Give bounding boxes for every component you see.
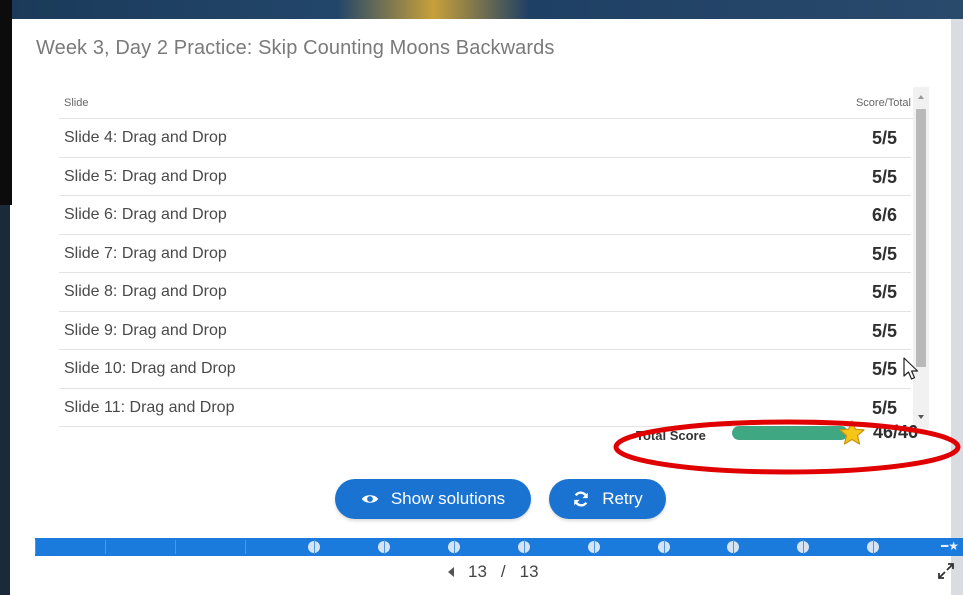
nav-separator: /	[500, 562, 506, 581]
left-edge	[0, 0, 12, 205]
row-label: Slide 9: Drag and Drop	[64, 321, 227, 339]
retry-button[interactable]: Retry	[549, 479, 666, 519]
row-label: Slide 4: Drag and Drop	[64, 129, 227, 146]
page-title: Week 3, Day 2 Practice: Skip Counting Mo…	[36, 37, 555, 59]
progress-segment[interactable]	[384, 540, 454, 554]
table-rows: Slide 4: Drag and Drop 5/5 Slide 5: Drag…	[59, 119, 911, 427]
table-row: Slide 9: Drag and Drop 5/5	[59, 312, 911, 350]
nav-current: 13	[468, 562, 487, 581]
slide-navigation: 13 / 13	[448, 562, 539, 582]
row-score: 5/5	[871, 166, 897, 187]
progress-segment[interactable]	[873, 540, 943, 554]
row-label: Slide 7: Drag and Drop	[64, 244, 227, 262]
top-banner	[0, 0, 963, 19]
progress-segment[interactable]	[593, 540, 664, 554]
table-row: Slide 7: Drag and Drop 5/5	[59, 235, 911, 273]
progress-end-star-icon: ━★	[941, 539, 959, 553]
row-score: 5/5	[871, 128, 897, 148]
fullscreen-icon[interactable]	[937, 562, 955, 580]
row-score: 5/5	[871, 243, 897, 264]
refresh-icon	[574, 491, 588, 507]
show-solutions-button[interactable]: Show solutions	[335, 479, 531, 519]
row-label: Slide 5: Drag and Drop	[64, 167, 227, 185]
progress-segment[interactable]	[803, 540, 873, 554]
table-row: Slide 5: Drag and Drop 5/5	[59, 158, 911, 196]
progress-segment[interactable]	[454, 540, 524, 554]
retry-label: Retry	[602, 489, 643, 508]
progress-segment[interactable]	[244, 540, 315, 554]
header-slide: Slide	[64, 97, 89, 109]
row-label: Slide 6: Drag and Drop	[64, 206, 227, 223]
highlight-ellipse	[613, 419, 961, 475]
progress-segment[interactable]	[733, 540, 803, 554]
eye-icon	[361, 495, 378, 503]
progress-segment[interactable]	[663, 540, 734, 554]
row-score: 6/6	[871, 205, 897, 225]
row-score: 5/5	[871, 282, 897, 302]
progress-segment[interactable]	[174, 540, 245, 554]
show-solutions-label: Show solutions	[390, 489, 506, 508]
results-table: Slide Score/Total Slide 4: Drag and Drop…	[59, 87, 929, 429]
row-score: 5/5	[871, 359, 897, 379]
row-score: 5/5	[871, 320, 897, 341]
row-label: Slide 8: Drag and Drop	[64, 283, 227, 300]
header-score-total: Score/Total	[855, 97, 911, 109]
table-row: Slide 8: Drag and Drop 5/5	[59, 273, 911, 312]
scroll-thumb[interactable]	[916, 109, 926, 367]
progress-segment[interactable]	[35, 540, 105, 554]
progress-segment[interactable]	[314, 540, 384, 554]
left-edge-lower	[0, 205, 10, 595]
slide-progress-strip[interactable]: ━★	[35, 538, 963, 556]
table-row: Slide 4: Drag and Drop 5/5	[59, 119, 911, 158]
nav-total: 13	[519, 562, 539, 581]
progress-segment[interactable]	[523, 540, 594, 554]
row-label: Slide 11: Drag and Drop	[64, 398, 235, 416]
table-row: Slide 6: Drag and Drop 6/6	[59, 196, 911, 235]
left-arrow-icon[interactable]	[448, 567, 454, 577]
table-row: Slide 10: Drag and Drop 5/5	[59, 350, 911, 389]
progress-segment[interactable]	[104, 540, 175, 554]
scroll-up-icon[interactable]	[918, 95, 924, 99]
mouse-pointer-icon	[903, 357, 919, 380]
right-edge	[951, 19, 963, 595]
row-label: Slide 10: Drag and Drop	[64, 360, 236, 377]
table-header: Slide Score/Total	[59, 87, 929, 119]
